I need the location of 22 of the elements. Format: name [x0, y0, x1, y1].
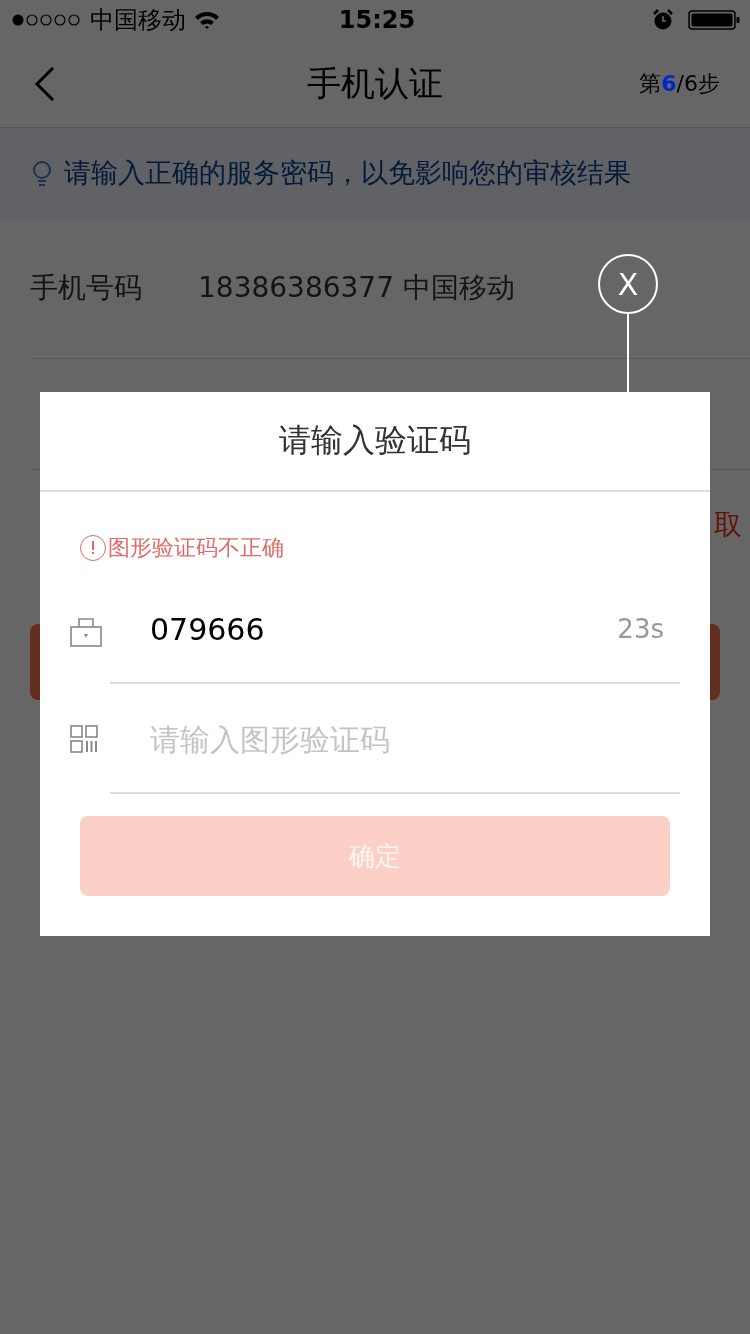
lightbulb-icon	[30, 159, 54, 187]
captcha-field[interactable]: 请输入图形验证码	[150, 721, 670, 757]
alarm-clock-icon	[652, 9, 674, 31]
tip-text: 请输入正确的服务密码，以免影响您的审核结果	[64, 156, 631, 190]
error-message: 图形验证码不正确	[108, 534, 284, 562]
close-button[interactable]: X	[598, 254, 658, 314]
exclamation-mark-icon	[91, 541, 95, 555]
sms-code-field[interactable]: 079666	[150, 611, 618, 647]
back-chevron-icon	[34, 65, 56, 102]
wifi-icon	[194, 10, 220, 30]
field-label: 手机号码	[30, 270, 142, 306]
countdown-timer: 23s	[617, 614, 664, 644]
clock-time: 15:25	[338, 6, 416, 34]
carrier-name: 中国移动	[90, 5, 186, 36]
signal-dots-icon	[12, 13, 82, 27]
page-title: 手机认证	[306, 61, 444, 105]
phone-number: 18386386377 中国移动	[198, 270, 515, 306]
qr-code-icon	[70, 725, 98, 753]
battery-icon	[688, 9, 742, 31]
step-indicator: 第6/6步	[639, 69, 720, 98]
dialog-title: 请输入验证码	[40, 392, 710, 492]
lock-icon	[70, 615, 102, 647]
